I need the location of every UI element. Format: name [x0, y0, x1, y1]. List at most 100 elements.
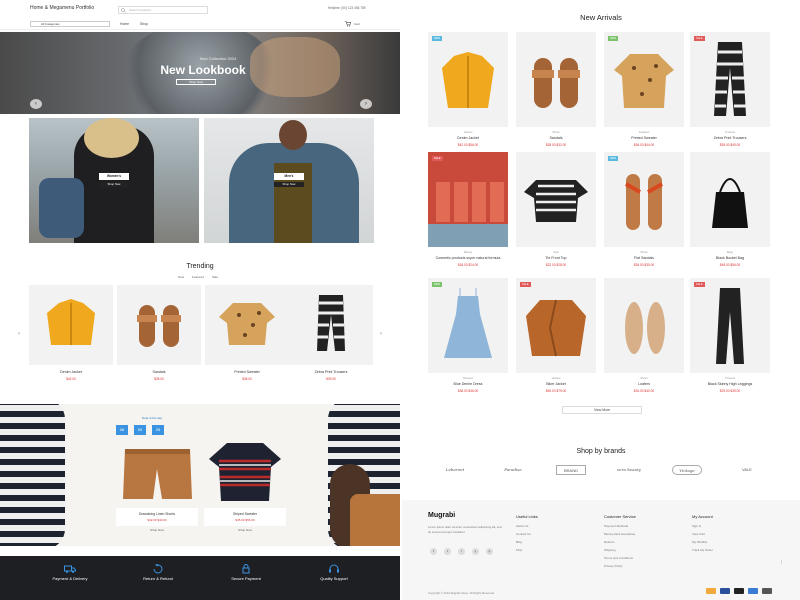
product-category[interactable]: Shoes: [604, 251, 684, 254]
trending-card[interactable]: [205, 285, 289, 365]
footer-link[interactable]: Contact Us: [516, 532, 531, 536]
product-card[interactable]: NEW: [604, 32, 684, 127]
brand-logo[interactable]: VALE: [722, 465, 772, 475]
countdown-hours: 08: [116, 425, 128, 435]
product-card[interactable]: [516, 32, 596, 127]
category-select[interactable]: All Categories: [30, 21, 110, 27]
brand-logo[interactable]: Vintage: [672, 465, 702, 475]
sweater-image: [219, 303, 275, 345]
product-name[interactable]: Zebra Print Trousers: [289, 370, 373, 374]
product-name[interactable]: Denim Jacket: [428, 136, 508, 140]
brand-logo[interactable]: BRAND: [556, 465, 586, 475]
pinterest-icon[interactable]: p: [486, 548, 493, 555]
product-card[interactable]: NEW: [604, 152, 684, 247]
banner-button[interactable]: Shop Now: [274, 182, 304, 187]
product-category[interactable]: Trousers: [690, 377, 770, 380]
product-name[interactable]: Sandals: [516, 136, 596, 140]
scroll-top-button[interactable]: ↑: [780, 560, 783, 566]
product-category[interactable]: Sweaters: [604, 131, 684, 134]
trending-prev-button[interactable]: ‹: [18, 331, 20, 337]
instagram-icon[interactable]: i: [458, 548, 465, 555]
hero-shop-button[interactable]: Shop Now: [176, 79, 216, 85]
brand-logo[interactable]: vera beauty: [604, 465, 654, 475]
footer-link[interactable]: Sign In: [692, 524, 701, 528]
cart-label[interactable]: Cart: [354, 22, 360, 26]
deal-shop-link[interactable]: Shop Now: [204, 528, 286, 532]
nav-home[interactable]: Home: [120, 22, 129, 26]
product-category[interactable]: Tops: [516, 251, 596, 254]
footer-link[interactable]: Terms and Conditions: [604, 556, 633, 560]
cart-icon[interactable]: [344, 20, 351, 27]
facebook-icon[interactable]: f: [430, 548, 437, 555]
hero-next-button[interactable]: ›: [360, 99, 372, 109]
product-card[interactable]: [516, 152, 596, 247]
product-category[interactable]: Shoes: [604, 377, 684, 380]
brand-logo[interactable]: Lebarnet: [430, 465, 480, 475]
footer-link[interactable]: Privacy Policy: [604, 564, 623, 568]
nav-shop[interactable]: Shop: [140, 22, 148, 26]
product-name[interactable]: Drawstring Linen Shorts: [116, 512, 198, 516]
trending-card[interactable]: [289, 285, 373, 365]
product-category[interactable]: Jackets: [516, 377, 596, 380]
product-category[interactable]: Shoes: [516, 131, 596, 134]
product-card[interactable]: SALE: [516, 278, 596, 373]
tab-new[interactable]: New: [178, 275, 184, 279]
footer-link[interactable]: Returns: [604, 540, 615, 544]
deal-card[interactable]: Striped Sweater $45.00 $56.00: [204, 508, 286, 526]
brand-logo[interactable]: Paradise: [488, 465, 538, 475]
tab-featured[interactable]: Featured: [192, 275, 204, 279]
product-name[interactable]: Printed Sweater: [604, 136, 684, 140]
product-card[interactable]: [604, 278, 684, 373]
view-more-button[interactable]: View More: [562, 406, 642, 414]
footer-link[interactable]: Track My Order: [692, 548, 713, 552]
tab-sale[interactable]: Sale: [212, 275, 218, 279]
product-name[interactable]: Black Bucket Bag: [690, 256, 770, 260]
deal-shop-link[interactable]: Shop Now: [116, 528, 198, 532]
product-category[interactable]: Dresses: [428, 377, 508, 380]
product-name[interactable]: Printed Sweater: [205, 370, 289, 374]
trending-card[interactable]: [29, 285, 113, 365]
search-input[interactable]: Search products...: [118, 6, 208, 14]
footer-link[interactable]: About Us: [516, 524, 528, 528]
site-brand[interactable]: Home & Megamenu Portfolio: [30, 5, 94, 11]
product-card[interactable]: SALE: [690, 32, 770, 127]
youtube-icon[interactable]: y: [472, 548, 479, 555]
product-category[interactable]: Trousers: [690, 131, 770, 134]
product-name[interactable]: Sandals: [117, 370, 201, 374]
product-name[interactable]: Tie Front Top: [516, 256, 596, 260]
product-name[interactable]: Striped Sweater: [204, 512, 286, 516]
product-name[interactable]: Zebra Print Trousers: [690, 136, 770, 140]
product-price: $28.00 $32.00: [545, 143, 567, 147]
trending-card[interactable]: [117, 285, 201, 365]
product-name[interactable]: Black Skinny High Leggings: [690, 382, 770, 386]
banner-men[interactable]: Men's Shop Now: [204, 118, 374, 243]
trending-next-button[interactable]: ›: [380, 331, 382, 337]
product-card[interactable]: NEW: [428, 278, 508, 373]
product-card[interactable]: [690, 152, 770, 247]
product-name[interactable]: Loafers: [604, 382, 684, 386]
product-name[interactable]: Flat Sandals: [604, 256, 684, 260]
product-name[interactable]: Cosmetic products super natural formula: [428, 256, 508, 260]
footer-link[interactable]: Payment Methods: [604, 524, 628, 528]
hero-prev-button[interactable]: ‹: [30, 99, 42, 109]
footer-link[interactable]: FAQ: [516, 548, 522, 552]
product-category[interactable]: Beauty: [428, 251, 508, 254]
product-name[interactable]: Denim Jacket: [29, 370, 113, 374]
product-name[interactable]: Blue Denim Dress: [428, 382, 508, 386]
product-name[interactable]: Biker Jacket: [516, 382, 596, 386]
product-card[interactable]: SALE: [690, 278, 770, 373]
footer-link[interactable]: Money-back Guarantee: [604, 532, 635, 536]
banner-button[interactable]: Shop Now: [99, 182, 129, 187]
footer-logo[interactable]: Mugrabi: [428, 512, 455, 519]
twitter-icon[interactable]: t: [444, 548, 451, 555]
footer-link[interactable]: My Wishlist: [692, 540, 707, 544]
banner-women[interactable]: Women's Shop Now: [29, 118, 199, 243]
footer-link[interactable]: Blog: [516, 540, 522, 544]
product-card[interactable]: NEW: [428, 32, 508, 127]
product-category[interactable]: Bags: [690, 251, 770, 254]
footer-link[interactable]: View Cart: [692, 532, 705, 536]
footer-link[interactable]: Shipping: [604, 548, 616, 552]
product-category[interactable]: Jackets: [428, 131, 508, 134]
product-card[interactable]: SALE: [428, 152, 508, 247]
deal-card[interactable]: Drawstring Linen Shorts $32.00 $40.00: [116, 508, 198, 526]
